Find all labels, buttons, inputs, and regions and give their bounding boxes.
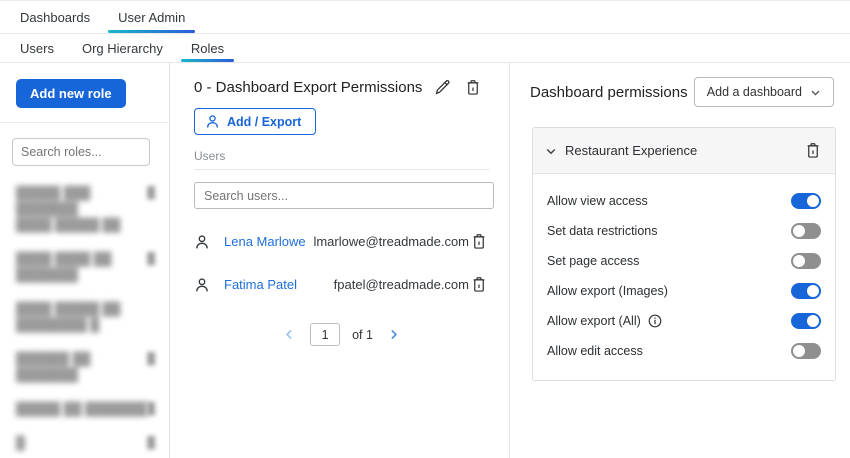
role-item-count: █ <box>147 435 155 451</box>
role-list-item[interactable]: █ █ <box>0 426 169 458</box>
allow-edit-access-toggle[interactable] <box>791 343 821 359</box>
add-dashboard-label: Add a dashboard <box>707 85 802 99</box>
allow-view-access-toggle[interactable] <box>791 193 821 209</box>
user-name-link[interactable]: Fatima Patel <box>224 277 334 292</box>
role-title: 0 - Dashboard Export Permissions <box>194 79 422 96</box>
dashboard-permission-card: Restaurant Experience Allow view access <box>532 127 836 381</box>
delete-dashboard-button[interactable] <box>803 140 823 161</box>
role-item-label: █ <box>16 435 25 451</box>
permissions-title: Dashboard permissions <box>530 84 688 101</box>
role-item-label: ████ ████ ██ ███████ <box>16 251 147 283</box>
role-list-item[interactable]: █████ ██ ███████ █ <box>0 392 169 426</box>
role-item-label: █████ ███ ███████ ████ █████ ██ <box>16 185 147 233</box>
role-item-label: █████ ██ ███████ <box>16 401 147 417</box>
role-list-item[interactable]: ██████ ██ ███████ █ <box>0 342 169 392</box>
role-list-item[interactable]: ████ ████ ██ ███████ █ <box>0 242 169 292</box>
tab-users-label: Users <box>20 41 54 56</box>
tab-roles[interactable]: Roles <box>177 34 238 62</box>
tab-dashboards-label: Dashboards <box>20 10 90 25</box>
users-section-label: Users <box>194 149 489 163</box>
add-export-label: Add / Export <box>227 115 301 129</box>
permission-row: Allow edit access <box>545 336 823 366</box>
dashboard-name: Restaurant Experience <box>565 143 803 158</box>
add-export-button[interactable]: Add / Export <box>194 108 316 135</box>
person-icon <box>194 234 210 250</box>
permission-label: Allow export (Images) <box>547 284 668 298</box>
roles-list: █████ ███ ███████ ████ █████ ██ █ ████ █… <box>0 176 169 458</box>
search-roles-container <box>12 138 153 166</box>
edit-role-button[interactable] <box>432 77 453 98</box>
set-data-restrictions-toggle[interactable] <box>791 223 821 239</box>
permission-label: Set data restrictions <box>547 224 657 238</box>
tab-dashboards[interactable]: Dashboards <box>6 1 104 33</box>
allow-export-images-toggle[interactable] <box>791 283 821 299</box>
sub-navigation: Users Org Hierarchy Roles <box>0 34 850 63</box>
info-icon[interactable] <box>648 314 662 328</box>
permission-row: Allow export (Images) <box>545 276 823 306</box>
role-list-item[interactable]: █████ ███ ███████ ████ █████ ██ █ <box>0 176 169 242</box>
user-admin-app: Dashboards User Admin Users Org Hierarch… <box>0 0 850 458</box>
role-item-count: █ <box>147 401 155 417</box>
role-item-count: █ <box>147 251 155 267</box>
person-icon <box>194 277 210 293</box>
role-item-label: ██████ ██ ███████ <box>16 351 147 383</box>
search-users-container <box>194 182 489 209</box>
users-divider <box>194 169 489 170</box>
add-dashboard-dropdown[interactable]: Add a dashboard <box>694 77 834 107</box>
tab-org-hierarchy-label: Org Hierarchy <box>82 41 163 56</box>
roles-sidebar: Add new role █████ ███ ███████ ████ ████… <box>0 63 170 458</box>
delete-role-button[interactable] <box>463 77 483 98</box>
user-name-link[interactable]: Lena Marlowe <box>224 234 313 249</box>
permission-row: Allow export (All) <box>545 306 823 336</box>
set-page-access-toggle[interactable] <box>791 253 821 269</box>
tab-user-admin-label: User Admin <box>118 10 185 25</box>
permission-row: Allow view access <box>545 186 823 216</box>
person-icon <box>205 114 220 129</box>
dashboard-card-header: Restaurant Experience <box>533 128 835 174</box>
tab-roles-label: Roles <box>191 41 224 56</box>
permission-label: Allow view access <box>547 194 648 208</box>
search-roles-input[interactable] <box>12 138 150 166</box>
role-item-count: █ <box>147 351 155 367</box>
delete-user-button[interactable] <box>469 231 489 252</box>
chevron-down-icon <box>810 87 821 98</box>
sidebar-divider <box>0 122 169 123</box>
allow-export-all-toggle[interactable] <box>791 313 821 329</box>
chevron-right-icon <box>387 328 400 341</box>
prev-page-button[interactable] <box>281 326 298 343</box>
permission-label: Allow edit access <box>547 344 643 358</box>
permission-row: Set page access <box>545 246 823 276</box>
pencil-icon <box>434 79 451 96</box>
permission-label: Allow export (All) <box>547 314 641 328</box>
role-item-count: █ <box>147 185 155 201</box>
dashboard-permissions-panel: Dashboard permissions Add a dashboard <box>510 63 850 458</box>
delete-user-button[interactable] <box>469 274 489 295</box>
role-item-label: ████ █████ ██ ████████ █ <box>16 301 155 333</box>
page-number-input[interactable] <box>310 323 340 346</box>
user-email: lmarlowe@treadmade.com <box>313 234 469 249</box>
collapse-chevron-icon[interactable] <box>545 145 557 157</box>
permission-label: Set page access <box>547 254 639 268</box>
trash-icon <box>465 79 481 96</box>
chevron-left-icon <box>283 328 296 341</box>
trash-icon <box>471 233 487 250</box>
permission-row: Set data restrictions <box>545 216 823 246</box>
user-row: Fatima Patel fpatel@treadmade.com <box>194 274 489 295</box>
permission-rows: Allow view access Set data restrictions … <box>533 174 835 380</box>
next-page-button[interactable] <box>385 326 402 343</box>
add-new-role-button[interactable]: Add new role <box>16 79 126 108</box>
trash-icon <box>805 142 821 159</box>
trash-icon <box>471 276 487 293</box>
role-list-item[interactable]: ████ █████ ██ ████████ █ <box>0 292 169 342</box>
search-users-input[interactable] <box>194 182 494 209</box>
tab-user-admin[interactable]: User Admin <box>104 1 199 33</box>
user-email: fpatel@treadmade.com <box>334 277 469 292</box>
role-detail-panel: 0 - Dashboard Export Permissions <box>170 63 510 458</box>
tab-users[interactable]: Users <box>6 34 68 62</box>
tab-org-hierarchy[interactable]: Org Hierarchy <box>68 34 177 62</box>
pagination: of 1 <box>194 323 489 346</box>
user-row: Lena Marlowe lmarlowe@treadmade.com <box>194 231 489 252</box>
top-navigation: Dashboards User Admin <box>0 1 850 34</box>
page-count-label: of 1 <box>352 328 373 342</box>
